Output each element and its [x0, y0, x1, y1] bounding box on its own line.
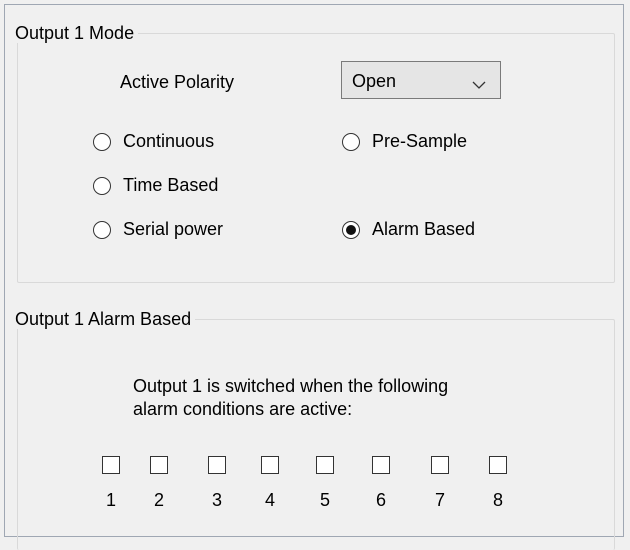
alarm-checkbox-label-2: 2: [153, 490, 164, 510]
alarm-checkbox-label-5: 5: [319, 490, 330, 510]
alarm-checkbox-label-6: 6: [375, 490, 386, 510]
radio-alarm-based[interactable]: Alarm Based: [342, 219, 475, 240]
alarm-checkbox-8[interactable]: [489, 456, 507, 474]
radio-selected-dot: [346, 224, 356, 235]
alarm-checkbox-4[interactable]: [261, 456, 279, 474]
alarm-description-line1: Output 1 is switched when the following: [133, 376, 449, 396]
radio-indicator: [93, 132, 111, 151]
radio-indicator: [342, 132, 360, 151]
radio-serial-power-label: Serial power: [123, 219, 224, 239]
alarm-checkbox-label-1: 1: [105, 490, 116, 510]
alarm-checkbox-7[interactable]: [431, 456, 449, 474]
radio-indicator: [93, 176, 111, 195]
active-polarity-label: Active Polarity: [120, 72, 235, 92]
alarm-checkbox-5[interactable]: [316, 456, 334, 474]
alarm-checkbox-label-7: 7: [434, 490, 445, 510]
radio-serial-power[interactable]: Serial power: [93, 219, 223, 240]
radio-time-based-label: Time Based: [123, 175, 219, 195]
chevron-down-icon: [472, 74, 486, 95]
radio-alarm-based-label: Alarm Based: [372, 219, 476, 239]
output-mode-group-title: Output 1 Mode: [13, 23, 139, 43]
radio-continuous-label: Continuous: [123, 131, 215, 151]
alarm-checkbox-6[interactable]: [372, 456, 390, 474]
active-polarity-select[interactable]: Open: [341, 61, 501, 99]
alarm-checkbox-1[interactable]: [102, 456, 120, 474]
output-mode-group: [17, 33, 615, 283]
alarm-based-group: [17, 319, 615, 550]
alarm-checkbox-3[interactable]: [208, 456, 226, 474]
dialog-panel: Output 1 Mode Active Polarity Open Conti…: [4, 4, 624, 550]
radio-continuous[interactable]: Continuous: [93, 131, 214, 152]
alarm-checkbox-label-3: 3: [211, 490, 222, 510]
radio-pre-sample-label: Pre-Sample: [372, 131, 468, 151]
alarm-description-line2: alarm conditions are active:: [133, 399, 353, 419]
alarm-checkbox-2[interactable]: [150, 456, 168, 474]
radio-time-based[interactable]: Time Based: [93, 175, 218, 196]
radio-indicator-selected: [342, 220, 360, 239]
active-polarity-value: Open: [352, 71, 397, 91]
alarm-checkbox-label-4: 4: [264, 490, 275, 510]
radio-indicator: [93, 220, 111, 239]
radio-pre-sample[interactable]: Pre-Sample: [342, 131, 467, 152]
alarm-checkbox-label-8: 8: [492, 490, 503, 510]
alarm-based-group-title: Output 1 Alarm Based: [13, 309, 196, 329]
